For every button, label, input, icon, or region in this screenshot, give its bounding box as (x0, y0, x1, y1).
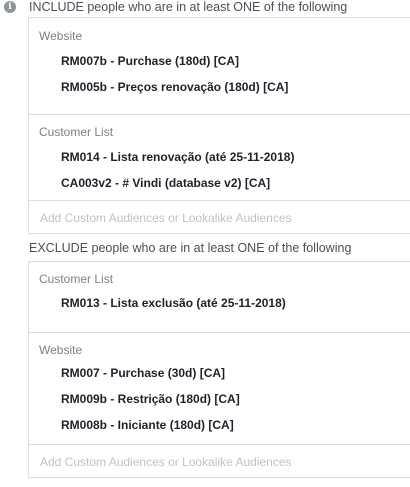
audience-item[interactable]: CA003v2 - # Vindi (database v2) [CA] (61, 176, 270, 190)
exclude-group-website: Website RM007 - Purchase (30d) [CA] RM00… (29, 333, 410, 445)
audience-search-placeholder: Add Custom Audiences or Lookalike Audien… (40, 211, 292, 225)
include-audience-box: Website RM007b - Purchase (180d) [CA] RM… (28, 17, 410, 234)
audience-item[interactable]: RM005b - Preços renovação (180d) [CA] (61, 80, 288, 94)
group-title: Customer List (39, 125, 114, 139)
include-audience-search-input[interactable]: Add Custom Audiences or Lookalike Audien… (29, 201, 410, 233)
exclude-audience-box: Customer List RM013 - Lista exclusão (at… (28, 261, 410, 478)
group-title: Customer List (39, 272, 114, 286)
info-icon[interactable]: i (4, 1, 16, 13)
audience-item[interactable]: RM009b - Restrição (180d) [CA] (61, 392, 240, 406)
audience-search-placeholder: Add Custom Audiences or Lookalike Audien… (40, 455, 292, 469)
audience-item[interactable]: RM014 - Lista renovação (até 25-11-2018) (61, 150, 294, 164)
group-title: Website (39, 29, 83, 43)
audience-item[interactable]: RM007 - Purchase (30d) [CA] (61, 366, 225, 380)
audience-item[interactable]: RM013 - Lista exclusão (até 25-11-2018) (61, 296, 286, 310)
exclude-section-header: EXCLUDE people who are in at least ONE o… (29, 241, 352, 255)
include-group-website: Website RM007b - Purchase (180d) [CA] RM… (29, 18, 410, 115)
exclude-audience-search-input[interactable]: Add Custom Audiences or Lookalike Audien… (29, 445, 410, 477)
exclude-group-customer-list: Customer List RM013 - Lista exclusão (at… (29, 262, 410, 333)
group-title: Website (39, 343, 83, 357)
audience-item[interactable]: RM007b - Purchase (180d) [CA] (61, 54, 239, 68)
audience-item[interactable]: RM008b - Iniciante (180d) [CA] (61, 418, 234, 432)
include-group-customer-list: Customer List RM014 - Lista renovação (a… (29, 115, 410, 201)
include-section-header: INCLUDE people who are in at least ONE o… (29, 0, 348, 14)
